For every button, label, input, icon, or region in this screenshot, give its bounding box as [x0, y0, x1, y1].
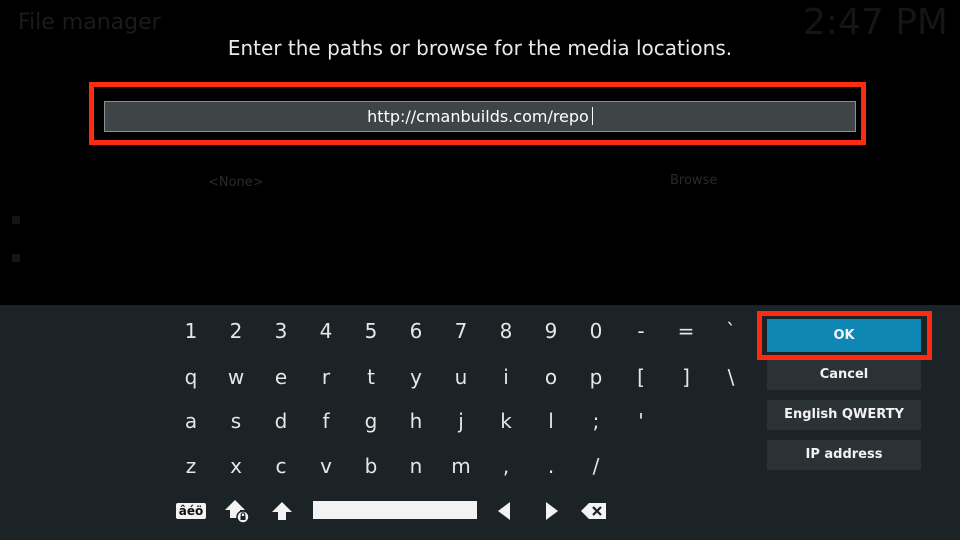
- key-row1-1[interactable]: 2: [217, 316, 255, 346]
- key-row2-7[interactable]: i: [487, 362, 525, 392]
- key-row3-10[interactable]: ': [622, 406, 660, 436]
- key-row4-8[interactable]: .: [532, 451, 570, 481]
- key-row1-9[interactable]: 0: [577, 316, 615, 346]
- bullet-icon: [12, 216, 20, 224]
- space-bar[interactable]: [313, 501, 477, 519]
- key-row3-1[interactable]: s: [217, 406, 255, 436]
- path-input[interactable]: http://cmanbuilds.com/repo: [104, 101, 856, 132]
- key-row1-6[interactable]: 7: [442, 316, 480, 346]
- key-row3-9[interactable]: ;: [577, 406, 615, 436]
- key-row2-1[interactable]: w: [217, 362, 255, 392]
- key-row4-3[interactable]: v: [307, 451, 345, 481]
- key-row2-6[interactable]: u: [442, 362, 480, 392]
- window-title: File manager: [18, 10, 161, 35]
- browse-button: Browse: [670, 173, 718, 188]
- key-row4-0[interactable]: z: [172, 451, 210, 481]
- key-row1-11[interactable]: =: [667, 316, 705, 346]
- bg-list-item: [12, 212, 30, 228]
- key-row4-1[interactable]: x: [217, 451, 255, 481]
- cursor-left-key[interactable]: [492, 498, 516, 524]
- bullet-icon: [12, 254, 20, 262]
- caps-lock-icon: [225, 500, 250, 524]
- key-row3-3[interactable]: f: [307, 406, 345, 436]
- ok-button[interactable]: OK: [767, 319, 921, 352]
- cancel-button[interactable]: Cancel: [767, 360, 921, 390]
- key-row2-4[interactable]: t: [352, 362, 390, 392]
- dialog-heading: Enter the paths or browse for the media …: [227, 36, 733, 60]
- key-row1-8[interactable]: 9: [532, 316, 570, 346]
- key-row3-0[interactable]: a: [172, 406, 210, 436]
- bg-list-item: [12, 250, 30, 266]
- key-row3-5[interactable]: h: [397, 406, 435, 436]
- key-row2-10[interactable]: [: [622, 362, 660, 392]
- key-row3-6[interactable]: j: [442, 406, 480, 436]
- backspace-icon: [581, 503, 606, 519]
- key-row4-9[interactable]: /: [577, 451, 615, 481]
- backspace-key[interactable]: [578, 498, 610, 524]
- ip-address-button[interactable]: IP address: [767, 440, 921, 470]
- key-row4-7[interactable]: ,: [487, 451, 525, 481]
- key-row2-12[interactable]: \: [712, 362, 750, 392]
- key-row3-4[interactable]: g: [352, 406, 390, 436]
- key-row1-4[interactable]: 5: [352, 316, 390, 346]
- key-row2-3[interactable]: r: [307, 362, 345, 392]
- text-caret: [591, 107, 593, 125]
- key-row2-5[interactable]: y: [397, 362, 435, 392]
- key-row3-2[interactable]: d: [262, 406, 300, 436]
- shift-key[interactable]: [268, 498, 296, 524]
- key-row1-0[interactable]: 1: [172, 316, 210, 346]
- key-row1-2[interactable]: 3: [262, 316, 300, 346]
- arrow-left-icon: [498, 502, 510, 520]
- key-row4-6[interactable]: m: [442, 451, 480, 481]
- key-row2-11[interactable]: ]: [667, 362, 705, 392]
- key-row1-12[interactable]: `: [712, 316, 750, 346]
- symbols-key-label: âéö: [175, 503, 207, 519]
- cursor-right-key[interactable]: [540, 498, 564, 524]
- key-row2-8[interactable]: o: [532, 362, 570, 392]
- key-row4-5[interactable]: n: [397, 451, 435, 481]
- path-input-text: http://cmanbuilds.com/repo: [367, 107, 589, 126]
- key-row1-7[interactable]: 8: [487, 316, 525, 346]
- key-row1-5[interactable]: 6: [397, 316, 435, 346]
- arrow-right-icon: [546, 502, 558, 520]
- key-row1-3[interactable]: 4: [307, 316, 345, 346]
- symbols-key[interactable]: âéö: [175, 498, 207, 524]
- key-row2-2[interactable]: e: [262, 362, 300, 392]
- keyboard-layout-button[interactable]: English QWERTY: [767, 400, 921, 430]
- key-row3-7[interactable]: k: [487, 406, 525, 436]
- key-row1-10[interactable]: -: [622, 316, 660, 346]
- key-row4-4[interactable]: b: [352, 451, 390, 481]
- source-value: <None>: [208, 175, 264, 190]
- caps-lock-key[interactable]: [222, 498, 252, 524]
- key-row3-8[interactable]: l: [532, 406, 570, 436]
- key-row2-9[interactable]: p: [577, 362, 615, 392]
- shift-arrow-icon: [272, 502, 292, 520]
- key-row2-0[interactable]: q: [172, 362, 210, 392]
- key-row4-2[interactable]: c: [262, 451, 300, 481]
